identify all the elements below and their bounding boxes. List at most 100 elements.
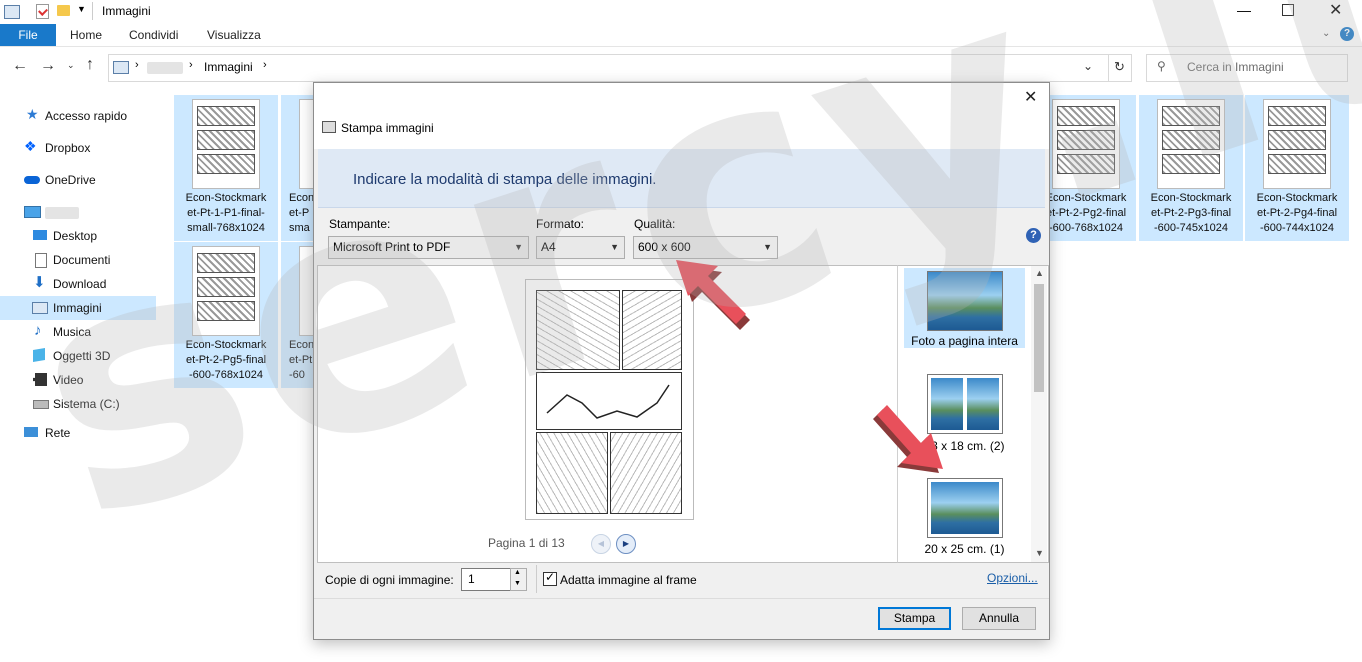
tab-share[interactable]: Condividi (129, 24, 178, 46)
nav-item-download[interactable]: ⬇ Download (0, 272, 156, 296)
photo-thumbnail (927, 271, 1003, 331)
forward-icon[interactable]: → (40, 57, 56, 75)
file-tile[interactable]: Econ et-Pt -60 (281, 242, 314, 388)
nav-label: Sistema (C:) (53, 397, 120, 411)
comic-line-chart (546, 384, 670, 419)
nav-item-dropbox[interactable]: ❖ Dropbox (0, 136, 156, 160)
ribbon-tabs: File Home Condividi Visualizza ⌄ ? (0, 24, 1362, 47)
nav-item-onedrive[interactable]: OneDrive (0, 168, 156, 192)
file-tile[interactable]: Econ et-P sma (281, 95, 314, 241)
nav-item-pictures[interactable]: Immagini (0, 296, 156, 320)
comic-thumbnail (299, 246, 314, 336)
file-name: Econ-Stockmark et-Pt-2-Pg5-final -600-768x… (185, 339, 267, 381)
drive-icon (33, 400, 49, 409)
dropbox-icon: ❖ (24, 138, 37, 154)
nav-item-this-pc[interactable] (0, 200, 156, 224)
checkmark-icon: ✓ (545, 570, 556, 584)
tab-file[interactable]: File (0, 24, 56, 46)
instruction-heading: Indicare la modalità di stampa delle imm… (353, 171, 657, 188)
scrollbar-thumb[interactable] (1034, 284, 1044, 392)
previous-page-button[interactable]: ◀ (591, 534, 611, 554)
chevron-down-icon: ▼ (514, 242, 523, 252)
close-dialog-button[interactable]: ✕ (1024, 87, 1037, 107)
layout-option-20x25[interactable]: 20 x 25 cm. (1) (904, 476, 1025, 562)
stepper-up-icon[interactable]: ▲ (514, 569, 521, 576)
nav-item-documents[interactable]: Documenti (0, 248, 156, 272)
search-box[interactable]: ⚲ Cerca in Immagini (1146, 54, 1348, 82)
refresh-button[interactable]: ↻ (1108, 54, 1132, 82)
address-bar[interactable]: › › Immagini › ⌄ (108, 54, 1110, 82)
next-page-button[interactable]: ▶ (616, 534, 636, 554)
close-window-button[interactable]: ✕ (1329, 0, 1342, 20)
breadcrumb-current[interactable]: Immagini (204, 60, 253, 74)
maximize-button[interactable] (1282, 4, 1294, 16)
layout-scrollbar[interactable]: ▲ ▼ (1031, 266, 1047, 562)
cube-icon (33, 347, 45, 363)
new-folder-icon[interactable] (57, 5, 70, 16)
format-label: Formato: (536, 217, 585, 231)
customize-quick-access-icon[interactable]: ▼ (77, 4, 86, 14)
tab-view[interactable]: Visualizza (207, 24, 261, 46)
tab-home[interactable]: Home (70, 24, 102, 46)
file-tile[interactable]: Econ-Stockmark et-Pt-1-P1-final-small-768… (174, 95, 278, 241)
chevron-down-icon: ▼ (763, 242, 772, 252)
help-icon[interactable]: ? (1026, 228, 1041, 243)
navigation-pane: ★ Accesso rapido ❖ Dropbox OneDrive Desk… (0, 88, 158, 662)
file-name: Econ-Stockmark et-Pt-2-Pg2-final -600-768x… (1045, 192, 1127, 234)
back-icon[interactable]: ← (12, 57, 28, 75)
chevron-down-icon: ▼ (610, 242, 619, 252)
nav-item-3d-objects[interactable]: Oggetti 3D (0, 344, 156, 368)
options-link[interactable]: Opzioni... (987, 571, 1038, 585)
nav-item-music[interactable]: ♪ Musica (0, 320, 156, 344)
printer-select[interactable]: Microsoft Print to PDF ▼ (328, 236, 529, 259)
desktop-icon (33, 230, 47, 240)
layout-label: Foto a pagina intera (911, 334, 1018, 348)
nav-label: Dropbox (45, 141, 91, 155)
stepper-down-icon[interactable]: ▼ (514, 580, 521, 587)
nav-label: Rete (45, 426, 71, 440)
file-tile[interactable]: Econ-Stockmark et-Pt-2-Pg5-final -600-768x… (174, 242, 278, 388)
file-tile[interactable]: Econ-Stockmark et-Pt-2-Pg2-final -600-768x… (1046, 95, 1136, 241)
file-tile[interactable]: Econ-Stockmark et-Pt-2-Pg4-final -600-744x… (1245, 95, 1349, 241)
printer-value: Microsoft Print to PDF (333, 240, 451, 254)
expand-ribbon-icon[interactable]: ⌄ (1322, 28, 1330, 39)
nav-item-quick-access[interactable]: ★ Accesso rapido (0, 104, 156, 128)
format-value: A4 (541, 240, 556, 254)
layout-option-full-page[interactable]: Foto a pagina intera (904, 268, 1025, 348)
nav-item-system-drive[interactable]: Sistema (C:) (0, 392, 156, 416)
nav-item-network[interactable]: Rete (0, 421, 156, 445)
nav-label: OneDrive (45, 173, 96, 187)
minimize-button[interactable]: — (1237, 2, 1251, 18)
nav-item-desktop[interactable]: Desktop (0, 224, 156, 248)
copies-input[interactable]: 1 (461, 568, 511, 591)
document-icon (35, 253, 47, 268)
instruction-banner: Indicare la modalità di stampa delle imm… (318, 149, 1045, 208)
nav-label: Desktop (53, 229, 98, 243)
cancel-button[interactable]: Annulla (962, 607, 1036, 630)
pictures-folder-icon (113, 61, 129, 74)
comic-thumbnail (1052, 99, 1120, 189)
help-icon[interactable]: ? (1340, 27, 1354, 41)
address-dropdown-icon[interactable]: ⌄ (1083, 59, 1093, 73)
nav-label: Immagini (53, 301, 102, 315)
fit-to-frame-label[interactable]: Adatta immagine al frame (560, 573, 697, 587)
music-icon: ♪ (34, 322, 42, 339)
copies-stepper[interactable]: ▲ ▼ (510, 568, 527, 591)
download-icon: ⬇ (33, 274, 46, 291)
print-button[interactable]: Stampa (878, 607, 951, 630)
nav-item-video[interactable]: Video (0, 368, 156, 392)
up-icon[interactable]: ↑ (86, 56, 94, 74)
file-tile[interactable]: Econ-Stockmark et-Pt-2-Pg3-final -600-745x… (1139, 95, 1243, 241)
scroll-up-icon[interactable]: ▲ (1035, 268, 1044, 278)
page-counter: Pagina 1 di 13 (488, 536, 565, 550)
fit-to-frame-checkbox[interactable]: ✓ (543, 570, 557, 586)
format-select[interactable]: A4 ▼ (536, 236, 625, 259)
comic-thumbnail (192, 99, 260, 189)
comic-panel (536, 290, 620, 370)
recent-locations-icon[interactable]: ⌄ (67, 60, 75, 71)
search-placeholder: Cerca in Immagini (1187, 60, 1284, 74)
print-preview-pane: Pagina 1 di 13 ◀ ▶ (317, 265, 899, 563)
properties-icon[interactable] (36, 4, 49, 19)
file-name: Econ-Stockmark et-Pt-2-Pg3-final -600-745x… (1150, 192, 1232, 234)
scroll-down-icon[interactable]: ▼ (1035, 548, 1044, 558)
